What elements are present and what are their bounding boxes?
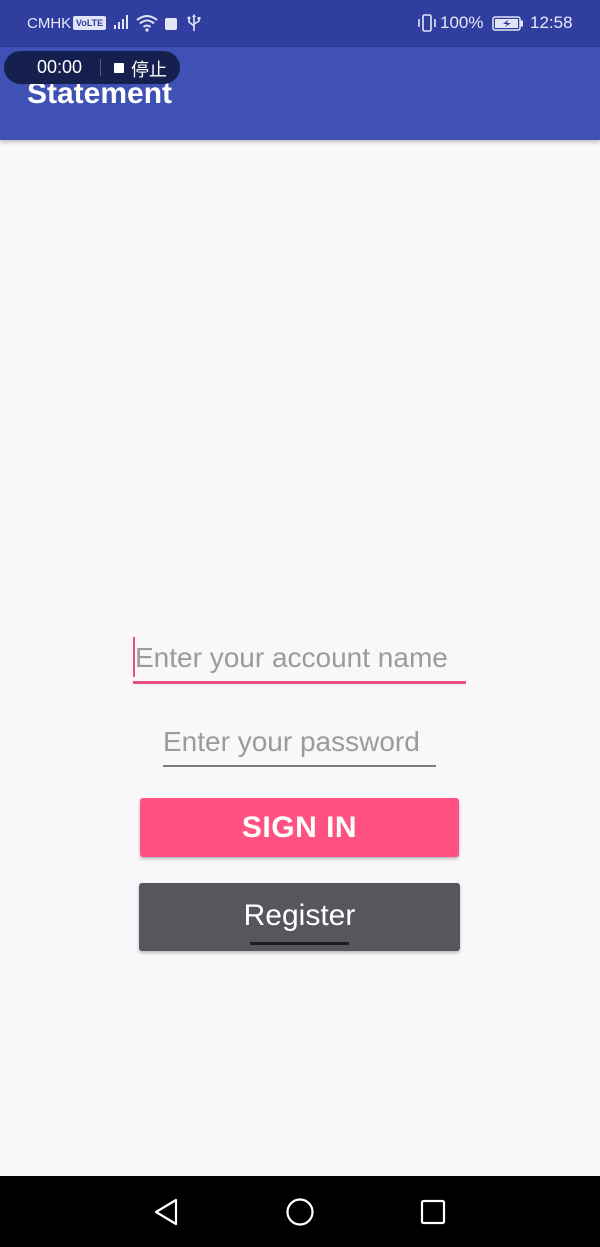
home-icon[interactable] (284, 1196, 316, 1228)
account-name-input[interactable]: Enter your account name (133, 636, 466, 684)
vibrate-icon (417, 13, 437, 37)
account-name-placeholder: Enter your account name (135, 642, 448, 673)
wifi-icon (136, 14, 158, 36)
status-bar: CMHK VoLTE 100% 12:58 (0, 0, 600, 47)
stop-recording-button[interactable]: 停止 (131, 56, 167, 82)
navigation-bar (0, 1176, 600, 1247)
stop-icon[interactable] (114, 63, 124, 73)
recording-timer: 00:00 (37, 57, 83, 77)
battery-percent: 100% (440, 13, 484, 32)
sign-in-button[interactable]: SIGN IN (140, 798, 459, 857)
carrier-label: CMHK (27, 15, 72, 32)
recents-icon[interactable] (417, 1196, 449, 1228)
recording-divider (100, 59, 101, 76)
screen-recording-pill[interactable]: 00:00 停止 (4, 51, 180, 84)
password-input[interactable]: Enter your password (163, 722, 436, 767)
register-underline (250, 942, 349, 945)
clock: 12:58 (530, 13, 573, 32)
battery-charging-icon (492, 16, 524, 35)
app-notification-icon (164, 16, 178, 35)
register-button-label: Register (243, 899, 356, 932)
register-button[interactable]: Register (139, 883, 460, 951)
signal-icon (113, 14, 131, 34)
password-placeholder: Enter your password (163, 726, 420, 757)
back-icon[interactable] (150, 1196, 182, 1228)
volte-badge: VoLTE (73, 16, 107, 30)
usb-icon (187, 14, 201, 36)
